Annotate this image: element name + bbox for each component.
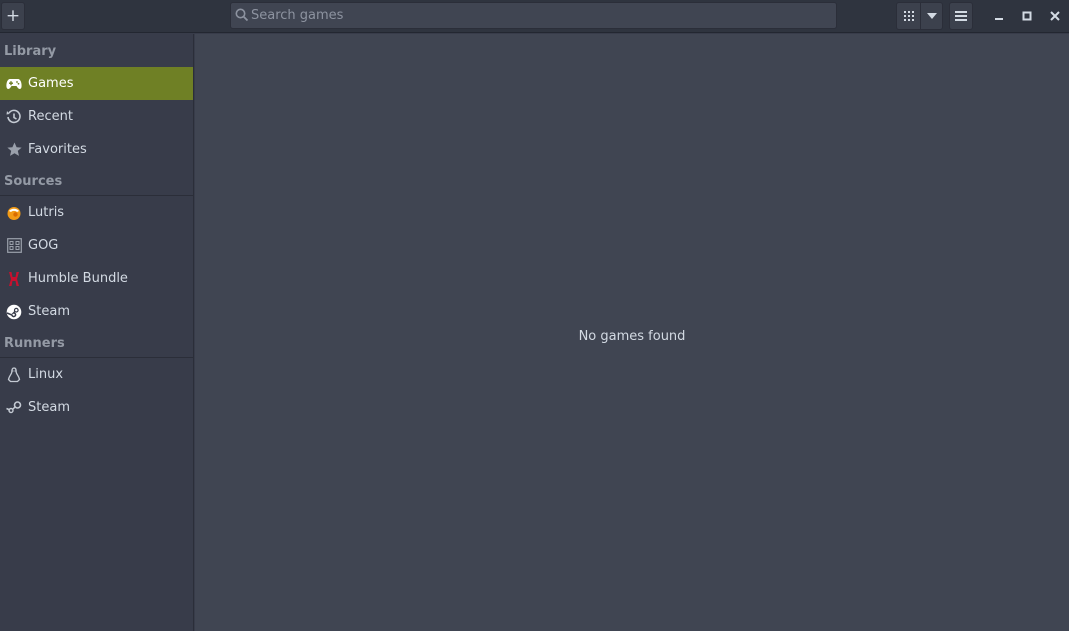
sidebar-item-label: Lutris	[28, 205, 65, 220]
star-icon	[6, 142, 22, 158]
lutris-window: + Search games Library Games Recent Favo…	[0, 0, 1069, 631]
sources-section-title: Sources	[0, 166, 193, 196]
sidebar-item-label: Games	[28, 76, 74, 91]
search-icon	[235, 8, 249, 26]
sidebar-item-lutris[interactable]: Lutris	[0, 196, 193, 229]
sidebar-item-label: Humble Bundle	[28, 271, 128, 286]
sidebar-item-recent[interactable]: Recent	[0, 100, 193, 133]
view-options-dropdown[interactable]	[921, 3, 942, 29]
lutris-icon	[6, 205, 22, 221]
sidebar-item-label: Recent	[28, 109, 73, 124]
sidebar-item-games[interactable]: Games	[0, 67, 193, 100]
history-icon	[6, 109, 22, 125]
humble-bundle-icon	[6, 271, 22, 287]
steam-runner-icon	[6, 400, 22, 416]
main-menu-button[interactable]	[949, 2, 973, 30]
sidebar-item-label: GOG	[28, 238, 59, 253]
sidebar-item-label: Favorites	[28, 142, 87, 157]
sidebar: Library Games Recent Favorites Sources L…	[0, 34, 194, 631]
plus-icon: +	[5, 5, 21, 26]
library-section-title: Library	[4, 44, 57, 59]
close-button[interactable]	[1045, 6, 1065, 26]
chevron-down-icon	[926, 13, 937, 19]
gog-icon	[6, 238, 22, 254]
sidebar-item-gog[interactable]: GOG	[0, 229, 193, 262]
minimize-icon	[995, 18, 1003, 20]
minimize-button[interactable]	[989, 6, 1009, 26]
steam-icon	[6, 304, 22, 320]
hamburger-menu-icon	[955, 11, 967, 21]
sidebar-item-favorites[interactable]: Favorites	[0, 133, 193, 166]
sidebar-item-steam[interactable]: Steam	[0, 295, 193, 328]
sidebar-item-label: Steam	[28, 304, 70, 319]
grid-view-button[interactable]	[897, 3, 921, 29]
search-field[interactable]	[230, 2, 837, 29]
gamepad-icon	[6, 76, 22, 92]
sidebar-item-linux[interactable]: Linux	[0, 358, 193, 391]
header-bar: +	[0, 0, 1069, 33]
add-game-button[interactable]: +	[1, 2, 25, 30]
view-switcher	[896, 2, 943, 30]
grid-view-icon	[903, 11, 914, 21]
sidebar-item-steam-runner[interactable]: Steam	[0, 391, 193, 424]
sidebar-item-label: Linux	[28, 367, 64, 382]
empty-state-message: No games found	[578, 329, 686, 344]
maximize-icon	[1022, 11, 1032, 21]
game-view: No games found	[195, 34, 1069, 631]
close-icon	[1050, 11, 1060, 21]
runners-section-title: Runners	[0, 328, 193, 358]
linux-icon	[6, 366, 22, 383]
sidebar-item-label: Steam	[28, 400, 70, 415]
sidebar-item-humble-bundle[interactable]: Humble Bundle	[0, 262, 193, 295]
maximize-button[interactable]	[1017, 6, 1037, 26]
search-input[interactable]	[251, 3, 831, 28]
